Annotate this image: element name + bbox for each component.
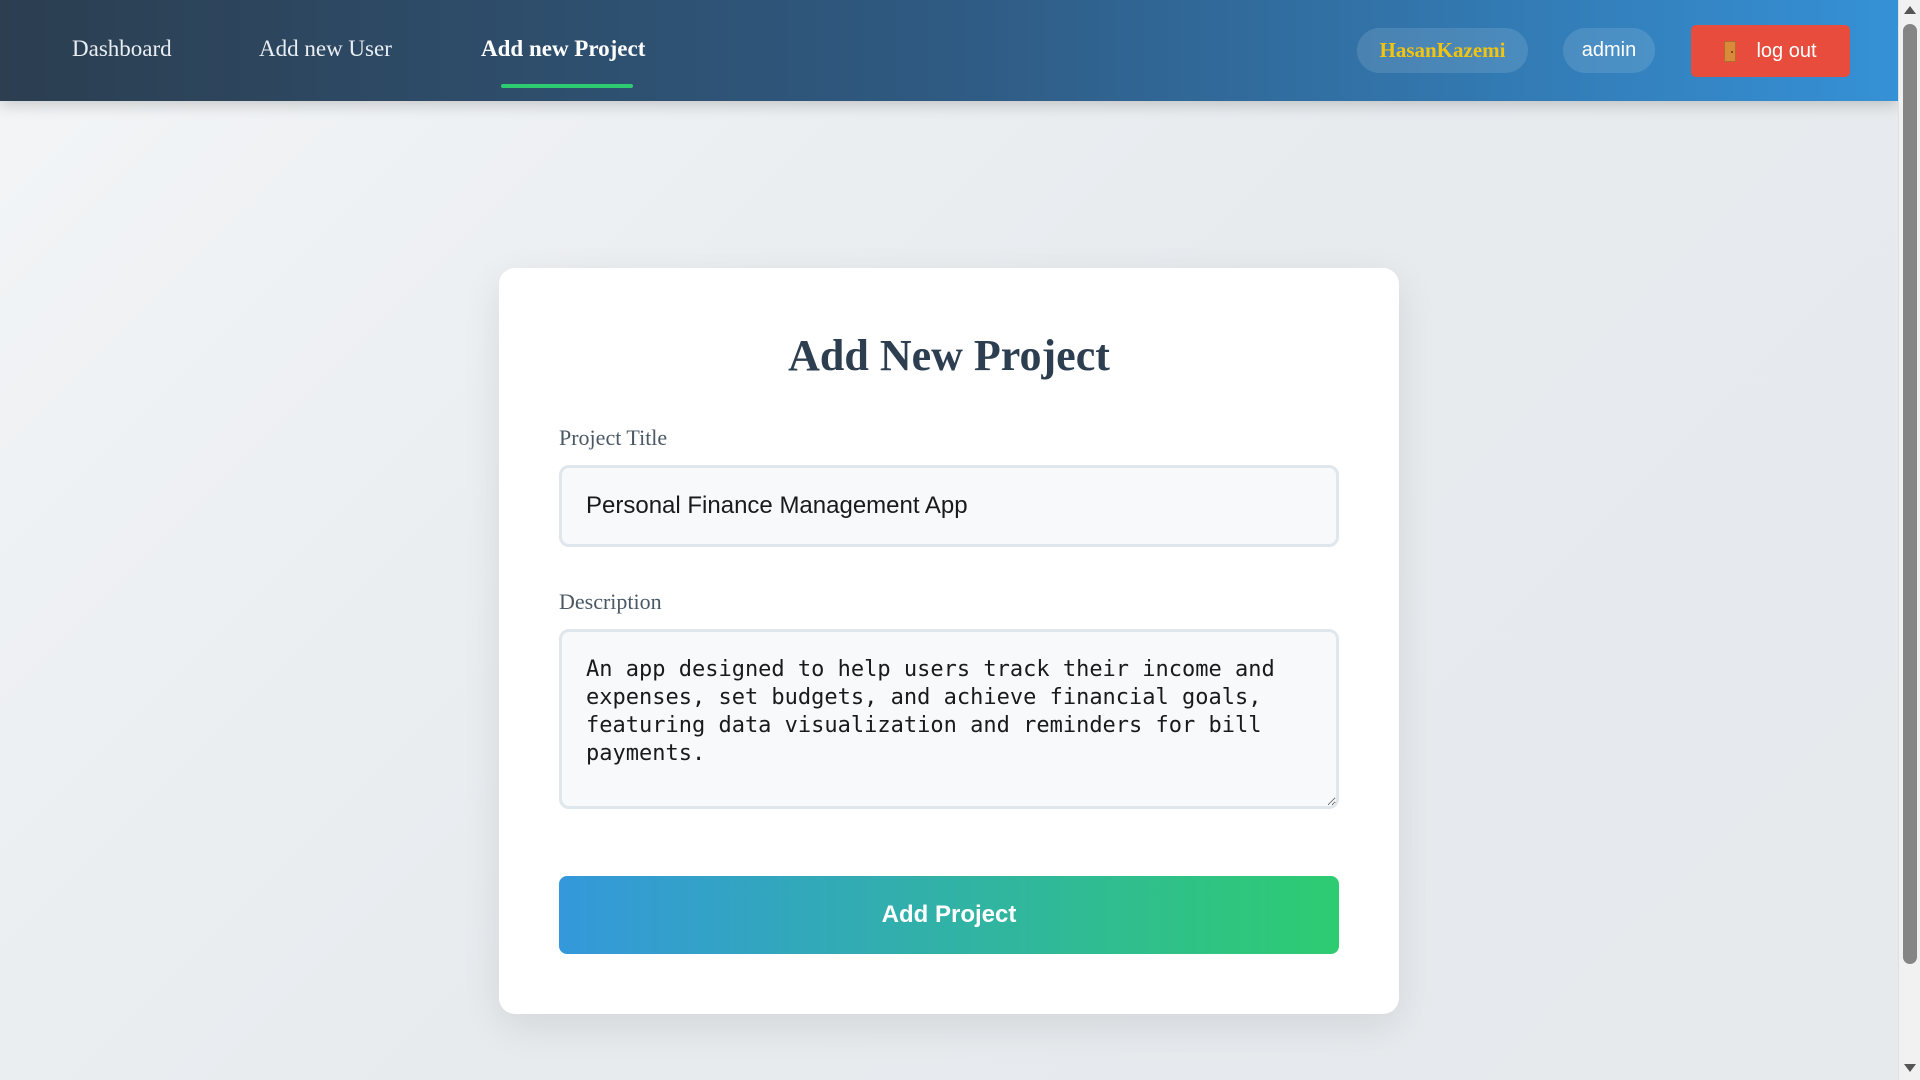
page-scrollbar[interactable] xyxy=(1898,0,1920,1080)
top-navbar: Dashboard Add new User Add new Project H… xyxy=(0,0,1898,101)
role-badge: admin xyxy=(1563,28,1655,73)
page-title: Add New Project xyxy=(788,331,1110,380)
project-title-label: Project Title xyxy=(559,425,668,450)
logout-button[interactable]: log out xyxy=(1691,25,1850,77)
active-tab-indicator xyxy=(501,84,633,88)
scroll-thumb[interactable] xyxy=(1903,24,1917,964)
project-title-input[interactable] xyxy=(559,465,1339,547)
nav-link-dashboard[interactable]: Dashboard xyxy=(72,36,172,62)
nav-link-add-user[interactable]: Add new User xyxy=(259,36,392,62)
scroll-down-arrow-icon[interactable] xyxy=(1904,1064,1916,1072)
add-project-button[interactable]: Add Project xyxy=(559,876,1339,954)
logout-label: log out xyxy=(1756,39,1817,62)
description-textarea[interactable]: An app designed to help users track thei… xyxy=(559,629,1339,809)
scroll-up-arrow-icon[interactable] xyxy=(1904,6,1916,14)
username-badge: HasanKazemi xyxy=(1357,28,1528,73)
door-icon xyxy=(1724,40,1737,62)
page: Dashboard Add new User Add new Project H… xyxy=(0,0,1898,1080)
nav-link-add-project[interactable]: Add new Project xyxy=(481,36,645,62)
add-project-card: Add New Project Project Title Descriptio… xyxy=(499,268,1399,1014)
description-label: Description xyxy=(559,589,662,614)
